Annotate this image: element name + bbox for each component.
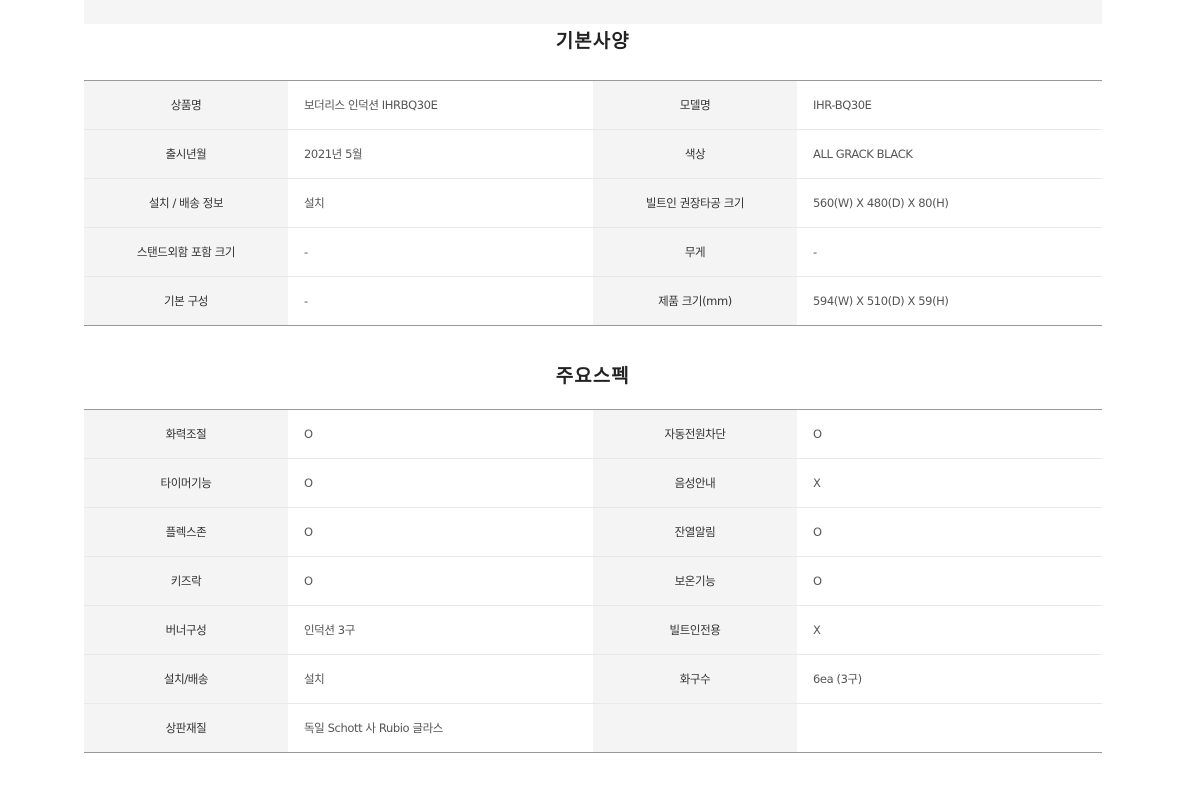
- table-row: 플렉스존 O 잔열알림 O: [84, 507, 1102, 557]
- table-row: 화력조절 O 자동전원차단 O: [84, 409, 1102, 459]
- table-row: 상품명 보더리스 인덕션 IHRBQ30E 모델명 IHR-BQ30E: [84, 80, 1102, 130]
- table-row: 키즈락 O 보온기능 O: [84, 556, 1102, 606]
- spec-label: [593, 703, 797, 753]
- spec-value: 6ea (3구): [797, 654, 1102, 704]
- table-row: 타이머기능 O 음성안내 X: [84, 458, 1102, 508]
- spec-value: ALL GRACK BLACK: [797, 129, 1102, 179]
- spec-value: 독일 Schott 사 Rubio 글라스: [288, 703, 593, 753]
- spec-value: X: [797, 605, 1102, 655]
- spec-label: 버너구성: [84, 605, 288, 655]
- spec-value: O: [288, 556, 593, 606]
- spec-value: O: [797, 556, 1102, 606]
- spec-label: 무게: [593, 227, 797, 277]
- spec-label: 빌트인 권장타공 크기: [593, 178, 797, 228]
- spec-value: [797, 703, 1102, 753]
- spec-label: 상품명: [84, 80, 288, 130]
- table-row: 스탠드외함 포함 크기 - 무게 -: [84, 227, 1102, 277]
- spec-value: 설치: [288, 654, 593, 704]
- main-spec-table: 화력조절 O 자동전원차단 O 타이머기능 O 음성안내 X 플렉스존 O 잔열…: [84, 409, 1102, 753]
- spec-container: 기본사양 상품명 보더리스 인덕션 IHRBQ30E 모델명 IHR-BQ30E…: [84, 0, 1102, 753]
- table-row: 기본 구성 - 제품 크기(mm) 594(W) X 510(D) X 59(H…: [84, 276, 1102, 326]
- table-row: 설치 / 배송 정보 설치 빌트인 권장타공 크기 560(W) X 480(D…: [84, 178, 1102, 228]
- spec-value: O: [288, 409, 593, 459]
- spec-label: 색상: [593, 129, 797, 179]
- spec-value: 594(W) X 510(D) X 59(H): [797, 276, 1102, 326]
- spec-value: O: [797, 507, 1102, 557]
- spec-label: 키즈락: [84, 556, 288, 606]
- spec-value: -: [288, 276, 593, 326]
- spec-label: 화력조절: [84, 409, 288, 459]
- spec-value: IHR-BQ30E: [797, 80, 1102, 130]
- spec-label: 잔열알림: [593, 507, 797, 557]
- spec-value: 2021년 5월: [288, 129, 593, 179]
- top-band: [84, 0, 1102, 24]
- spec-label: 기본 구성: [84, 276, 288, 326]
- table-row: 상판재질 독일 Schott 사 Rubio 글라스: [84, 703, 1102, 753]
- spec-label: 음성안내: [593, 458, 797, 508]
- spec-value: -: [288, 227, 593, 277]
- spec-value: O: [288, 507, 593, 557]
- spec-label: 자동전원차단: [593, 409, 797, 459]
- spec-value: O: [797, 409, 1102, 459]
- spec-value: 560(W) X 480(D) X 80(H): [797, 178, 1102, 228]
- spec-label: 설치/배송: [84, 654, 288, 704]
- spec-label: 설치 / 배송 정보: [84, 178, 288, 228]
- spec-label: 제품 크기(mm): [593, 276, 797, 326]
- spec-label: 빌트인전용: [593, 605, 797, 655]
- spec-value: O: [288, 458, 593, 508]
- spec-value: 보더리스 인덕션 IHRBQ30E: [288, 80, 593, 130]
- spec-label: 상판재질: [84, 703, 288, 753]
- spec-label: 화구수: [593, 654, 797, 704]
- spec-value: X: [797, 458, 1102, 508]
- spec-label: 플렉스존: [84, 507, 288, 557]
- table-row: 설치/배송 설치 화구수 6ea (3구): [84, 654, 1102, 704]
- spec-label: 타이머기능: [84, 458, 288, 508]
- spec-value: 설치: [288, 178, 593, 228]
- spec-value: 인덕션 3구: [288, 605, 593, 655]
- spec-label: 출시년월: [84, 129, 288, 179]
- spec-label: 스탠드외함 포함 크기: [84, 227, 288, 277]
- spec-label: 보온기능: [593, 556, 797, 606]
- spec-value: -: [797, 227, 1102, 277]
- section-title-basic: 기본사양: [556, 30, 630, 52]
- table-row: 버너구성 인덕션 3구 빌트인전용 X: [84, 605, 1102, 655]
- basic-spec-table: 상품명 보더리스 인덕션 IHRBQ30E 모델명 IHR-BQ30E 출시년월…: [84, 80, 1102, 326]
- spec-label: 모델명: [593, 80, 797, 130]
- section-title-spec: 주요스펙: [556, 365, 630, 387]
- table-row: 출시년월 2021년 5월 색상 ALL GRACK BLACK: [84, 129, 1102, 179]
